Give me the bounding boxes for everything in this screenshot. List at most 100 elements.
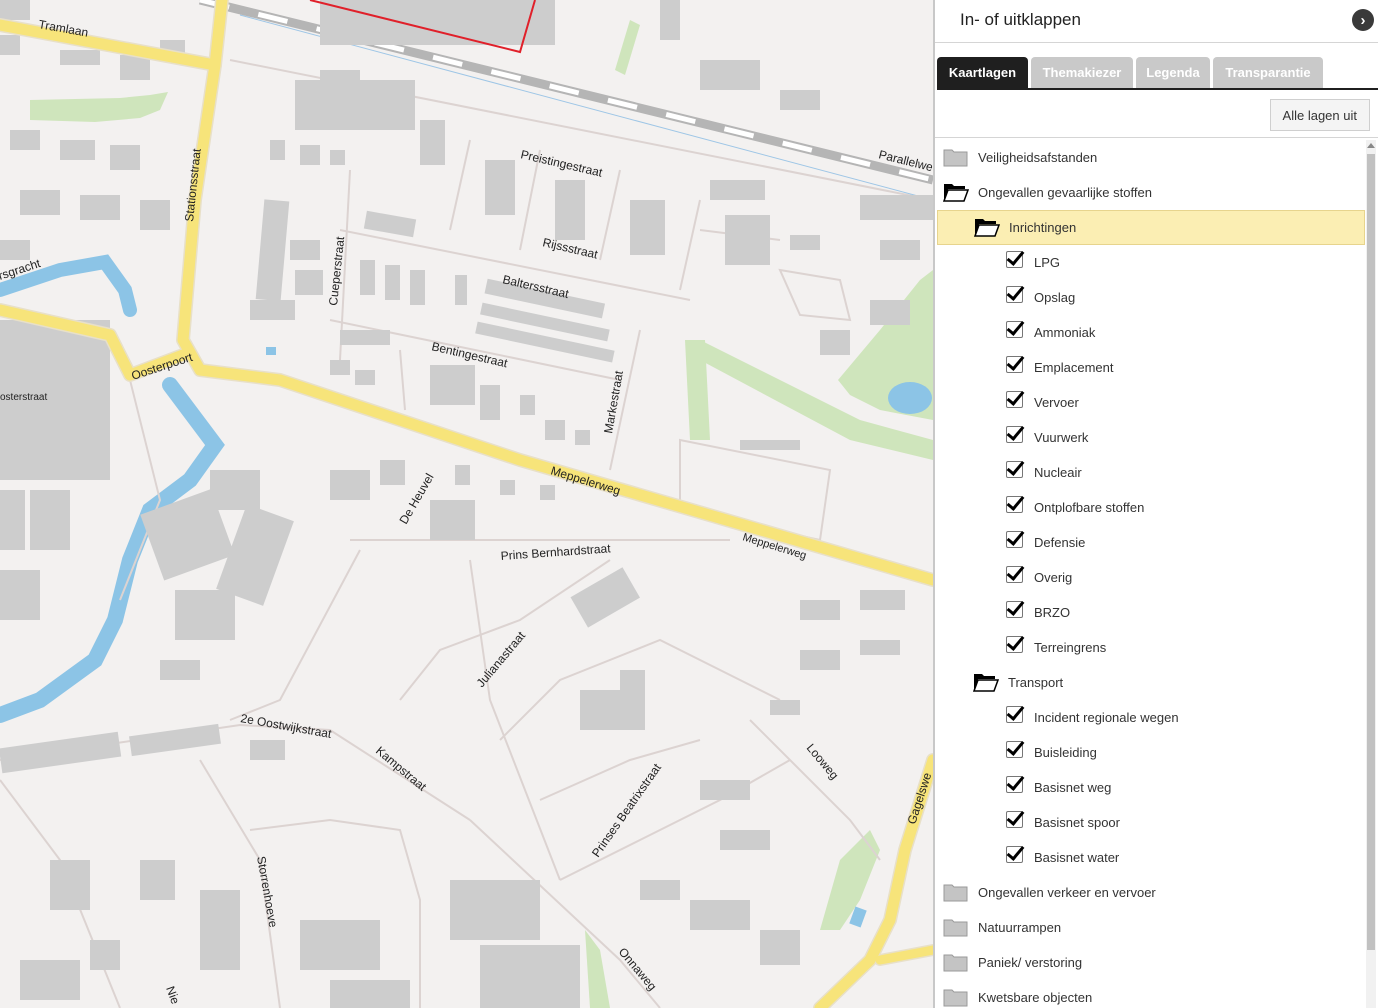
checkbox-checked[interactable] bbox=[1006, 846, 1023, 863]
tree-item-ontplofbare-stoffen[interactable]: Ontplofbare stoffen bbox=[935, 490, 1365, 525]
tree-label: BRZO bbox=[1034, 605, 1071, 620]
tree-label: Basisnet weg bbox=[1034, 780, 1112, 795]
tree-item-basisnet-weg[interactable]: Basisnet weg bbox=[935, 770, 1365, 805]
tab-kaartlagen[interactable]: Kaartlagen bbox=[937, 57, 1028, 88]
tree-label: Buisleiding bbox=[1034, 745, 1097, 760]
folder-closed-icon bbox=[943, 989, 968, 1007]
scrollbar-thumb[interactable] bbox=[1367, 154, 1375, 950]
tree-folder-veiligheidsafstanden[interactable]: Veiligheidsafstanden bbox=[935, 140, 1365, 175]
checkbox-checked[interactable] bbox=[1006, 321, 1023, 338]
collapse-toggle-icon[interactable]: › bbox=[1352, 9, 1374, 31]
tree-item-opslag[interactable]: Opslag bbox=[935, 280, 1365, 315]
tab-themakiezer[interactable]: Themakiezer bbox=[1031, 57, 1133, 88]
tree-label: Kwetsbare objecten bbox=[978, 990, 1093, 1005]
label-markestraat: Markestraat bbox=[601, 369, 626, 434]
tree-item-emplacement[interactable]: Emplacement bbox=[935, 350, 1365, 385]
checkbox-checked[interactable] bbox=[1006, 461, 1023, 478]
tree-item-basisnet-spoor[interactable]: Basisnet spoor bbox=[935, 805, 1365, 840]
tree-item-overig[interactable]: Overig bbox=[935, 560, 1365, 595]
tree-folder-ongevallen-gevaarlijke-stoffen[interactable]: Ongevallen gevaarlijke stoffen bbox=[935, 175, 1365, 210]
folder-open-icon bbox=[943, 184, 969, 202]
tree-folder-inrichtingen[interactable]: Inrichtingen bbox=[937, 210, 1365, 245]
tree-label: Basisnet water bbox=[1034, 850, 1120, 865]
all-layers-off-button[interactable]: Alle lagen uit bbox=[1269, 99, 1370, 131]
tree-label: Ongevallen verkeer en vervoer bbox=[978, 885, 1156, 900]
pond bbox=[888, 382, 932, 414]
checkbox-checked[interactable] bbox=[1006, 286, 1023, 303]
tree-label: Vervoer bbox=[1034, 395, 1079, 410]
tree-item-basisnet-water[interactable]: Basisnet water bbox=[935, 840, 1365, 875]
map-canvas[interactable]: Tramlaan Stationsstraat Preistingestraat… bbox=[0, 0, 933, 1008]
checkbox-checked[interactable] bbox=[1006, 566, 1023, 583]
label-oosterstraat: osterstraat bbox=[0, 392, 47, 403]
folder-closed-icon bbox=[943, 919, 968, 937]
label-looweg: Looweg bbox=[804, 741, 842, 782]
label-oostwijkstraat: 2e Oostwijkstraat bbox=[239, 711, 333, 741]
tree-label: Inrichtingen bbox=[1009, 220, 1077, 235]
tree-item-buisleiding[interactable]: Buisleiding bbox=[935, 735, 1365, 770]
tree-folder-transport[interactable]: Transport bbox=[935, 665, 1365, 700]
folder-closed-icon bbox=[943, 149, 968, 167]
tree-item-nucleair[interactable]: Nucleair bbox=[935, 455, 1365, 490]
tree-folder-kwetsbare-objecten[interactable]: Kwetsbare objecten bbox=[935, 980, 1365, 1008]
folder-open-icon bbox=[973, 674, 999, 692]
tree-label: Basisnet spoor bbox=[1034, 815, 1120, 830]
checkbox-checked[interactable] bbox=[1006, 741, 1023, 758]
tree-label: Ammoniak bbox=[1034, 325, 1096, 340]
tree-label: LPG bbox=[1034, 255, 1061, 270]
tree-label: Terreingrens bbox=[1034, 640, 1107, 655]
layer-panel: In- of uitklappen › Kaartlagen Themakiez… bbox=[933, 0, 1378, 1008]
label-onnaweg: Onnaweg bbox=[616, 945, 660, 993]
tree-folder-ongevallen-verkeer[interactable]: Ongevallen verkeer en vervoer bbox=[935, 875, 1365, 910]
label-preistingestraat: Preistingestraat bbox=[519, 147, 604, 180]
tree-item-lpg[interactable]: LPG bbox=[935, 245, 1365, 280]
tree-item-vervoer[interactable]: Vervoer bbox=[935, 385, 1365, 420]
map-view[interactable]: Tramlaan Stationsstraat Preistingestraat… bbox=[0, 0, 933, 1008]
tree-item-ammoniak[interactable]: Ammoniak bbox=[935, 315, 1365, 350]
label-storrenhoeve: Storrenhoeve bbox=[254, 855, 280, 929]
panel-toolbar: Alle lagen uit bbox=[935, 90, 1378, 138]
checkbox-checked[interactable] bbox=[1006, 531, 1023, 548]
tree-label: Transport bbox=[1008, 675, 1064, 690]
tree-label: Veiligheidsafstanden bbox=[978, 150, 1098, 165]
checkbox-checked[interactable] bbox=[1006, 601, 1023, 618]
panel-header[interactable]: In- of uitklappen › bbox=[935, 0, 1378, 43]
label-nie: Nie bbox=[163, 984, 182, 1006]
tree-item-vuurwerk[interactable]: Vuurwerk bbox=[935, 420, 1365, 455]
tree-item-incident-regionale-wegen[interactable]: Incident regionale wegen bbox=[935, 700, 1365, 735]
checkbox-checked[interactable] bbox=[1006, 776, 1023, 793]
tree-label: Opslag bbox=[1034, 290, 1076, 305]
tab-transparantie[interactable]: Transparantie bbox=[1213, 57, 1323, 88]
tree-item-terreingrens[interactable]: Terreingrens bbox=[935, 630, 1365, 665]
checkbox-checked[interactable] bbox=[1006, 356, 1023, 373]
label-oosterpoort: Oosterpoort bbox=[130, 350, 195, 383]
tree-folder-natuurrampen[interactable]: Natuurrampen bbox=[935, 910, 1365, 945]
tab-legenda[interactable]: Legenda bbox=[1136, 57, 1210, 88]
layer-tree: Veiligheidsafstanden Ongevallen gevaarli… bbox=[935, 140, 1365, 1008]
folder-closed-icon bbox=[943, 884, 968, 902]
checkbox-checked[interactable] bbox=[1006, 426, 1023, 443]
tree-label: Incident regionale wegen bbox=[1034, 710, 1179, 725]
checkbox-checked[interactable] bbox=[1006, 706, 1023, 723]
tree-label: Ontplofbare stoffen bbox=[1034, 500, 1145, 515]
tree-folder-paniek[interactable]: Paniek/ verstoring bbox=[935, 945, 1365, 980]
tree-label: Vuurwerk bbox=[1034, 430, 1089, 445]
label-gagelsweg: Gagelswe bbox=[905, 771, 933, 826]
tree-label: Paniek/ verstoring bbox=[978, 955, 1083, 970]
scroll-up-arrow-icon[interactable] bbox=[1367, 143, 1375, 148]
tree-item-brzo[interactable]: BRZO bbox=[935, 595, 1365, 630]
tree-item-defensie[interactable]: Defensie bbox=[935, 525, 1365, 560]
tree-label: Natuurrampen bbox=[978, 920, 1062, 935]
folder-closed-icon bbox=[943, 954, 968, 972]
label-prinsesbeatrix: Prinses Beatrixstraat bbox=[589, 760, 664, 859]
tree-label: Overig bbox=[1034, 570, 1073, 585]
checkbox-checked[interactable] bbox=[1006, 391, 1023, 408]
tree-scrollbar[interactable] bbox=[1366, 140, 1376, 1008]
checkbox-checked[interactable] bbox=[1006, 251, 1023, 268]
checkbox-checked[interactable] bbox=[1006, 811, 1023, 828]
tree-label: Emplacement bbox=[1034, 360, 1114, 375]
checkbox-checked[interactable] bbox=[1006, 496, 1023, 513]
panel-title[interactable]: In- of uitklappen bbox=[960, 10, 1081, 30]
label-kampstraat: Kampstraat bbox=[373, 744, 430, 795]
checkbox-checked[interactable] bbox=[1006, 636, 1023, 653]
